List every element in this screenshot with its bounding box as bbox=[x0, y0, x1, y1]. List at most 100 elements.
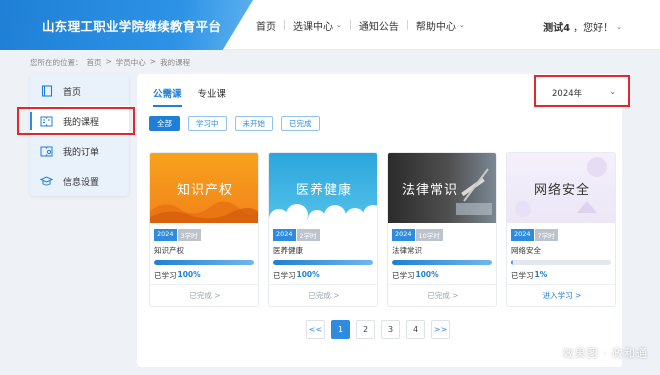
course-status-link[interactable]: 已完成 > bbox=[269, 290, 377, 301]
settings-icon bbox=[40, 175, 53, 188]
highlight-box-my-courses bbox=[17, 107, 135, 135]
home-icon bbox=[40, 85, 53, 98]
thumbnail-title: 医养健康 bbox=[295, 182, 352, 198]
top-nav: 首页 选课中心 ⌄ 通知公告 帮助中心 ⌄ bbox=[248, 0, 473, 50]
sidebar-item-label: 我的订单 bbox=[63, 147, 100, 158]
nav-help-center-label: 帮助中心 bbox=[415, 21, 456, 33]
progress-fill bbox=[154, 260, 254, 265]
progress-bar bbox=[392, 260, 492, 265]
progress-fill bbox=[392, 260, 492, 265]
year-select-highlight: 2024年 ⌄ bbox=[534, 75, 630, 107]
nav-notices[interactable]: 通知公告 bbox=[351, 18, 407, 33]
breadcrumb: 您所在的位置： 首页 > 学员中心 > 我的课程 bbox=[30, 57, 190, 68]
sidebar-item-label: 首页 bbox=[63, 87, 82, 98]
filter-completed-button[interactable]: 已完成 bbox=[281, 116, 320, 131]
nav-course-center[interactable]: 选课中心 ⌄ bbox=[285, 18, 350, 33]
course-card[interactable]: 法律常识 2024 10学时 法律常识 已学习 100% 已完成 > bbox=[387, 152, 497, 307]
breadcrumb-separator: > bbox=[149, 57, 157, 66]
progress-bar bbox=[273, 260, 373, 265]
progress-text: 已学习 1% bbox=[511, 270, 547, 281]
prev-page-button[interactable]: << bbox=[306, 320, 325, 339]
card-divider bbox=[150, 284, 258, 285]
sidebar-item-my-orders[interactable]: 我的订单 bbox=[30, 136, 129, 166]
hours-badge: 10学时 bbox=[415, 229, 443, 241]
course-card[interactable]: 网络安全 2024 7学时 网络安全 已学习 1% 进入学习 > bbox=[506, 152, 616, 307]
year-badge: 2024 bbox=[511, 229, 534, 241]
course-name: 法律常识 bbox=[392, 246, 422, 255]
progress-percent: 100% bbox=[415, 270, 439, 279]
nav-home[interactable]: 首页 bbox=[248, 18, 284, 33]
tab-public-courses[interactable]: 公需课 bbox=[153, 86, 182, 107]
watermark: 效果图 · 政和通 bbox=[562, 347, 648, 360]
nav-home-label: 首页 bbox=[256, 21, 276, 33]
progress-text: 已学习 100% bbox=[154, 270, 201, 281]
breadcrumb-item-home[interactable]: 首页 bbox=[87, 57, 102, 68]
chevron-down-icon: ⌄ bbox=[336, 21, 342, 29]
page-button-1[interactable]: 1 bbox=[331, 320, 350, 339]
hours-badge: 2学时 bbox=[296, 229, 320, 241]
filter-not-started-button[interactable]: 未开始 bbox=[234, 116, 273, 131]
user-menu[interactable]: 测试4 ，您好！ ⌄ bbox=[543, 19, 622, 35]
progress-percent: 1% bbox=[534, 270, 548, 279]
course-name: 知识产权 bbox=[154, 246, 184, 255]
course-tags: 2024 10学时 bbox=[392, 229, 443, 241]
progress-text: 已学习 100% bbox=[273, 270, 320, 281]
thumbnail-title: 法律常识 bbox=[401, 182, 458, 198]
course-card[interactable]: 医养健康 2024 2学时 医养健康 已学习 100% 已完成 > bbox=[268, 152, 378, 307]
course-name: 医养健康 bbox=[273, 246, 303, 255]
progress-fill bbox=[511, 260, 513, 265]
course-thumbnail: 医养健康 bbox=[269, 153, 377, 223]
sidebar: 首页 我的课程 我的订单 信息设置 bbox=[30, 74, 129, 196]
sidebar-item-home[interactable]: 首页 bbox=[30, 76, 129, 106]
tab-professional-courses[interactable]: 专业课 bbox=[198, 86, 227, 107]
breadcrumb-item-student-center[interactable]: 学员中心 bbox=[116, 57, 146, 68]
chevron-down-icon: ⌄ bbox=[609, 87, 616, 96]
status-filters: 全部 学习中 未开始 已完成 bbox=[149, 116, 320, 131]
course-status-link[interactable]: 已完成 > bbox=[150, 290, 258, 301]
order-icon bbox=[40, 145, 53, 158]
progress-percent: 100% bbox=[296, 270, 320, 279]
year-badge: 2024 bbox=[392, 229, 415, 241]
progress-text: 已学习 100% bbox=[392, 270, 439, 281]
chevron-down-icon: ⌄ bbox=[458, 21, 465, 29]
course-tags: 2024 7学时 bbox=[511, 229, 558, 241]
course-tags: 2024 3学时 bbox=[154, 229, 201, 241]
course-thumbnail: 知识产权 bbox=[150, 153, 258, 223]
page-button-4[interactable]: 4 bbox=[406, 320, 425, 339]
course-list: 知识产权 2024 3学时 知识产权 已学习 100% 已完成 > 医养健康 20… bbox=[149, 152, 616, 307]
page-button-3[interactable]: 3 bbox=[381, 320, 400, 339]
progress-prefix: 已学习 bbox=[392, 271, 415, 280]
chevron-down-icon: ⌄ bbox=[616, 22, 622, 31]
progress-bar bbox=[511, 260, 611, 265]
breadcrumb-separator: > bbox=[105, 57, 112, 66]
year-badge: 2024 bbox=[273, 229, 296, 241]
year-select-value: 2024年 bbox=[552, 89, 583, 99]
user-name: 测试4 bbox=[543, 23, 571, 34]
enter-study-link[interactable]: 进入学习 > bbox=[507, 290, 615, 301]
progress-prefix: 已学习 bbox=[273, 271, 296, 280]
page-button-2[interactable]: 2 bbox=[356, 320, 375, 339]
main-panel: 公需课 专业课 全部 学习中 未开始 已完成 知识产权 2024 3学时 知识产… bbox=[137, 74, 622, 367]
course-thumbnail: 网络安全 bbox=[507, 153, 615, 223]
course-status-link[interactable]: 已完成 > bbox=[388, 290, 496, 301]
nav-notices-label: 通知公告 bbox=[358, 21, 399, 33]
course-card[interactable]: 知识产权 2024 3学时 知识产权 已学习 100% 已完成 > bbox=[149, 152, 259, 307]
top-header: 山东理工职业学院继续教育平台 首页 选课中心 ⌄ 通知公告 帮助中心 ⌄ 测试4 ，您… bbox=[0, 0, 660, 50]
card-divider bbox=[388, 284, 496, 285]
course-tags: 2024 2学时 bbox=[273, 229, 320, 241]
pagination: << 1 2 3 4 >> bbox=[306, 320, 450, 339]
filter-all-button[interactable]: 全部 bbox=[149, 116, 180, 131]
progress-prefix: 已学习 bbox=[511, 271, 534, 280]
hours-badge: 7学时 bbox=[534, 229, 558, 241]
sidebar-item-info-settings[interactable]: 信息设置 bbox=[30, 166, 129, 196]
filter-in-progress-button[interactable]: 学习中 bbox=[188, 116, 227, 131]
thumbnail-title: 网络安全 bbox=[533, 182, 590, 198]
year-select[interactable]: 2024年 ⌄ bbox=[552, 87, 616, 99]
next-page-button[interactable]: >> bbox=[431, 320, 450, 339]
nav-help-center[interactable]: 帮助中心 ⌄ bbox=[408, 18, 473, 33]
thumbnail-title: 知识产权 bbox=[176, 182, 233, 198]
nav-course-center-label: 选课中心 bbox=[293, 21, 333, 33]
breadcrumb-prefix: 您所在的位置： bbox=[30, 58, 83, 67]
course-name: 网络安全 bbox=[511, 246, 541, 255]
sidebar-item-label: 信息设置 bbox=[63, 177, 100, 188]
